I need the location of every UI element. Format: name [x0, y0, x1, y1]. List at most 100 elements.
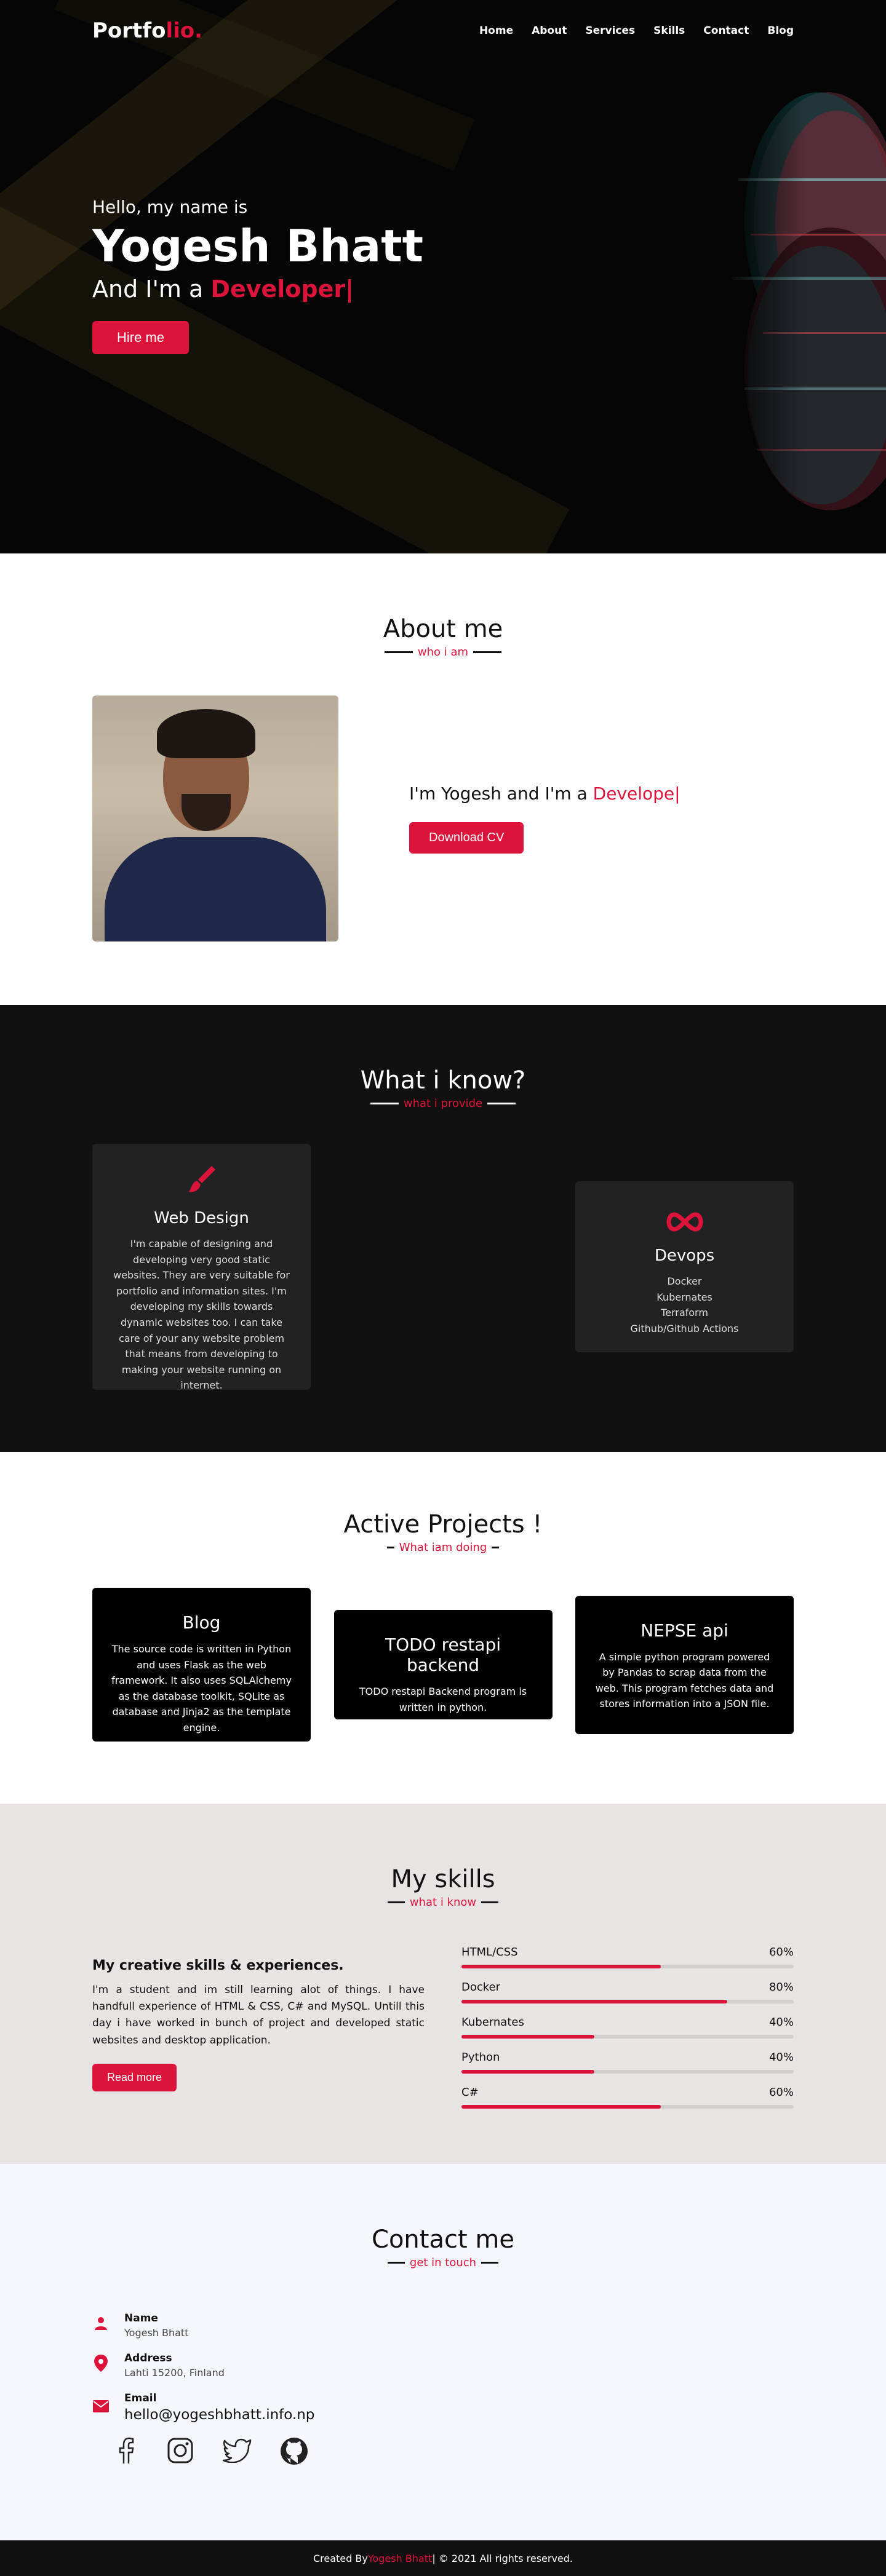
- skills-section: My skills what i know My creative skills…: [0, 1804, 886, 2164]
- project-card-blog[interactable]: Blog The source code is written in Pytho…: [92, 1588, 311, 1742]
- divider: [487, 1103, 516, 1104]
- project-card-todo[interactable]: TODO restapi backend TODO restapi Backen…: [333, 1610, 553, 1719]
- hero-role-prefix: And I'm a: [92, 275, 211, 303]
- project-card-nepse[interactable]: NEPSE api A simple python program powere…: [575, 1595, 794, 1734]
- skill-bar: [461, 2105, 794, 2109]
- devops-item: Terraform: [661, 1307, 708, 1319]
- services-cards: Web Design I'm capable of designing and …: [0, 1144, 886, 1392]
- about-text: I'm Yogesh and I'm a Develope| Download …: [409, 783, 680, 854]
- section-subtitle: What iam doing: [0, 1541, 886, 1554]
- hero-glitch-portrait: [726, 80, 886, 553]
- logo-accent-text: lio.: [166, 18, 203, 43]
- skills-content: My creative skills & experiences. I'm a …: [0, 1946, 886, 2121]
- footer: Created By Yogesh Bhatt | © 2021 All rig…: [0, 2540, 886, 2576]
- about-intro-highlight: Develope|: [593, 783, 680, 804]
- skill-bar-fill: [461, 2105, 661, 2109]
- nav-services[interactable]: Services: [585, 25, 635, 37]
- download-cv-button[interactable]: Download CV: [409, 822, 524, 854]
- project-card-title: Blog: [182, 1612, 221, 1633]
- service-card-text: I'm capable of designing and developing …: [113, 1238, 290, 1392]
- read-more-button[interactable]: Read more: [92, 2063, 177, 2091]
- nav-skills[interactable]: Skills: [653, 25, 685, 37]
- section-subtitle: what i provide: [0, 1097, 886, 1110]
- infinity-icon: [593, 1203, 776, 1243]
- skill-item: Python 40%: [461, 2051, 794, 2074]
- skill-bar-fill: [461, 2070, 594, 2074]
- skill-percent: 60%: [768, 2086, 794, 2099]
- skill-item: C# 60%: [461, 2086, 794, 2109]
- divider: [473, 651, 502, 653]
- skill-bar-fill: [461, 2000, 727, 2003]
- project-card-text: A simple python program powered by Panda…: [595, 1651, 774, 1710]
- nav-about[interactable]: About: [532, 25, 567, 37]
- contact-address: Address Lahti 15200, Finland: [92, 2352, 794, 2379]
- hire-me-button[interactable]: Hire me: [92, 321, 190, 355]
- about-content: I'm Yogesh and I'm a Develope| Download …: [0, 696, 886, 941]
- site-logo[interactable]: Portfolio.: [92, 18, 202, 43]
- projects-section: Active Projects ! What iam doing Blog Th…: [0, 1452, 886, 1804]
- skill-bar-fill: [461, 2035, 594, 2039]
- nav-home[interactable]: Home: [479, 25, 513, 37]
- contact-label: Address: [124, 2352, 172, 2364]
- skill-bar: [461, 2000, 794, 2003]
- nav-blog[interactable]: Blog: [767, 25, 794, 37]
- footer-author-link[interactable]: Yogesh Bhatt: [368, 2553, 432, 2564]
- divider: [386, 1547, 394, 1548]
- hero-name: Yogesh Bhatt: [92, 220, 424, 272]
- facebook-icon[interactable]: [114, 2436, 138, 2473]
- divider: [481, 2262, 499, 2264]
- photo-shirt: [105, 837, 326, 941]
- skill-name: C#: [461, 2086, 479, 2099]
- section-title: Contact me: [372, 2225, 514, 2254]
- contact-label: Email: [124, 2392, 157, 2404]
- instagram-icon[interactable]: [166, 2436, 194, 2473]
- section-subtitle: what i know: [0, 1896, 886, 1909]
- hero-greeting: Hello, my name is: [92, 197, 248, 217]
- contact-value: Yogesh Bhatt: [124, 2327, 189, 2339]
- hero-role: And I'm a Developer|: [92, 275, 423, 303]
- skill-item: Kubernates 40%: [461, 2016, 794, 2039]
- divider: [492, 1547, 500, 1548]
- divider: [387, 1901, 405, 1903]
- divider: [384, 651, 413, 653]
- user-icon: [92, 2316, 110, 2335]
- paint-brush-icon: [110, 1162, 293, 1205]
- divider: [481, 1901, 499, 1903]
- skill-item: HTML/CSS 60%: [461, 1946, 794, 1968]
- about-title-block: About me who i am: [0, 615, 886, 659]
- contact-email: Email hello@yogeshbhatt.info.np: [92, 2392, 794, 2423]
- service-card-web-design: Web Design I'm capable of designing and …: [92, 1144, 311, 1392]
- twitter-icon[interactable]: [222, 2436, 252, 2473]
- map-pin-icon: [92, 2355, 110, 2376]
- section-subtitle-text: who i am: [417, 646, 469, 659]
- skill-percent: 40%: [768, 2051, 794, 2064]
- section-subtitle-text: get in touch: [409, 2256, 477, 2269]
- divider: [370, 1103, 399, 1104]
- contact-label: Name: [124, 2312, 158, 2324]
- section-title: About me: [383, 615, 503, 643]
- skill-item: Docker 80%: [461, 1981, 794, 2003]
- project-card-text: TODO restapi Backend program is written …: [359, 1686, 527, 1713]
- github-icon[interactable]: [279, 2436, 309, 2473]
- skill-bar: [461, 2035, 794, 2039]
- section-title: Active Projects !: [343, 1510, 543, 1539]
- nav-contact[interactable]: Contact: [703, 25, 749, 37]
- skill-name: Kubernates: [461, 2016, 524, 2029]
- project-card-title: TODO restapi backend: [385, 1635, 501, 1675]
- about-intro: I'm Yogesh and I'm a Develope|: [409, 783, 680, 804]
- section-title: My skills: [391, 1865, 495, 1893]
- contact-name: Name Yogesh Bhatt: [92, 2312, 794, 2339]
- skill-percent: 60%: [768, 1946, 794, 1959]
- skill-name: Python: [461, 2051, 500, 2064]
- service-card-devops: Devops Docker Kubernates Terraform Githu…: [575, 1181, 794, 1352]
- divider: [387, 2262, 405, 2264]
- contact-title-block: Contact me get in touch: [0, 2225, 886, 2269]
- contact-email-value[interactable]: hello@yogeshbhatt.info.np: [124, 2407, 314, 2423]
- services-section: What i know? what i provide Web Design I…: [0, 1005, 886, 1452]
- project-card-text: The source code is written in Python and…: [111, 1643, 292, 1734]
- skills-heading: My creative skills & experiences.: [92, 1958, 344, 1973]
- section-subtitle-text: What iam doing: [399, 1541, 487, 1554]
- footer-suffix: | © 2021 All rights reserved.: [432, 2552, 573, 2564]
- contact-section: Contact me get in touch Name Yogesh Bhat…: [0, 2164, 886, 2540]
- photo-hair: [157, 709, 255, 758]
